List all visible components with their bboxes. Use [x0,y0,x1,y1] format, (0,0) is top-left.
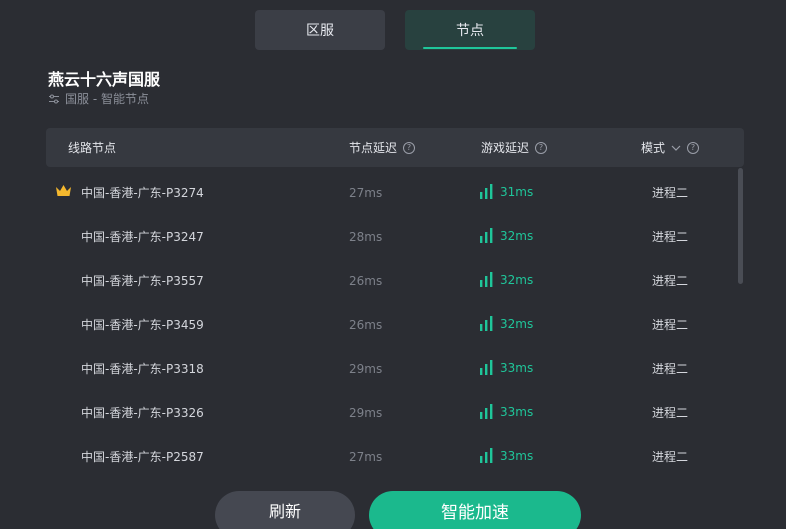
node-name: 中国-香港-广东-P3247 [81,230,204,244]
table-row[interactable]: 中国-香港-广东-P3247 28ms 32ms 进程二 [46,214,736,258]
game-latency-value: 33ms [500,405,534,419]
node-name: 中国-香港-广东-P3274 [81,186,204,200]
header-node-latency-label: 节点延迟 [349,141,398,155]
node-latency: 27ms [349,186,383,200]
tab-node-label: 节点 [456,23,484,39]
header-node-latency: 节点延迟 ? [349,128,416,167]
game-title: 燕云十六声国服 [48,70,161,89]
active-tab-indicator [423,47,517,49]
chevron-down-icon[interactable] [671,141,681,155]
list-scrollbar[interactable] [738,168,743,284]
crown-icon [55,184,72,200]
header-mode-label: 模式 [641,141,666,155]
signal-icon [480,316,493,331]
table-row[interactable]: 中国-香港-广东-P3326 29ms 33ms 进程二 [46,390,736,434]
game-latency: 31ms [480,184,533,199]
signal-icon [480,228,493,243]
mode-value: 进程二 [652,186,689,200]
game-latency: 32ms [480,272,533,287]
node-name: 中国-香港-广东-P3459 [81,318,204,332]
mode-value: 进程二 [652,406,689,420]
table-row[interactable]: 中国-香港-广东-P2587 27ms 33ms 进程二 [46,434,736,470]
table-header: 线路节点 节点延迟 ? 游戏延迟 ? 模式 ? [46,128,744,167]
header-mode[interactable]: 模式 ? [641,128,700,167]
signal-icon [480,184,493,199]
game-latency-value: 32ms [500,273,534,287]
header-node-label: 线路节点 [68,141,117,155]
node-latency: 27ms [349,450,383,464]
header-game-latency: 游戏延迟 ? [481,128,548,167]
node-latency: 29ms [349,406,383,420]
game-subtitle: 国服 - 智能节点 [48,90,149,107]
help-icon[interactable]: ? [535,141,548,154]
node-name: 中国-香港-广东-P3326 [81,406,204,420]
mode-value: 进程二 [652,362,689,376]
node-latency: 26ms [349,318,383,332]
game-latency-value: 32ms [500,229,534,243]
node-name: 中国-香港-广东-P2587 [81,450,204,464]
node-name: 中国-香港-广东-P3318 [81,362,204,376]
tab-region[interactable]: 区服 [255,10,385,50]
smart-accelerate-button[interactable]: 智能加速 [369,491,581,529]
node-latency: 26ms [349,274,383,288]
game-latency-value: 33ms [500,449,534,463]
mode-value: 进程二 [652,450,689,464]
signal-icon [480,272,493,287]
game-latency-value: 33ms [500,361,534,375]
game-latency: 33ms [480,404,533,419]
refresh-button[interactable]: 刷新 [215,491,355,529]
table-row[interactable]: 中国-香港-广东-P3274 27ms 31ms 进程二 [46,170,736,214]
signal-icon [480,360,493,375]
tab-region-label: 区服 [306,23,334,39]
signal-icon [480,448,493,463]
game-latency: 33ms [480,360,533,375]
header-game-latency-label: 游戏延迟 [481,141,530,155]
mode-value: 进程二 [652,274,689,288]
game-latency-value: 31ms [500,185,534,199]
sliders-icon [48,93,60,105]
mode-value: 进程二 [652,230,689,244]
help-icon[interactable]: ? [403,141,416,154]
node-latency: 28ms [349,230,383,244]
game-latency: 32ms [480,316,533,331]
help-icon[interactable]: ? [687,141,700,154]
game-latency: 33ms [480,448,533,463]
game-latency-value: 32ms [500,317,534,331]
game-subtitle-text: 国服 - 智能节点 [65,92,149,106]
mode-value: 进程二 [652,318,689,332]
signal-icon [480,404,493,419]
tab-node[interactable]: 节点 [405,10,535,50]
game-latency: 32ms [480,228,533,243]
node-list: 中国-香港-广东-P3274 27ms 31ms 进程二 中国-香港-广东-P3… [46,170,736,470]
table-row[interactable]: 中国-香港-广东-P3557 26ms 32ms 进程二 [46,258,736,302]
node-latency: 29ms [349,362,383,376]
header-node: 线路节点 [68,128,116,167]
node-name: 中国-香港-广东-P3557 [81,274,204,288]
table-row[interactable]: 中国-香港-广东-P3459 26ms 32ms 进程二 [46,302,736,346]
table-row[interactable]: 中国-香港-广东-P3318 29ms 33ms 进程二 [46,346,736,390]
